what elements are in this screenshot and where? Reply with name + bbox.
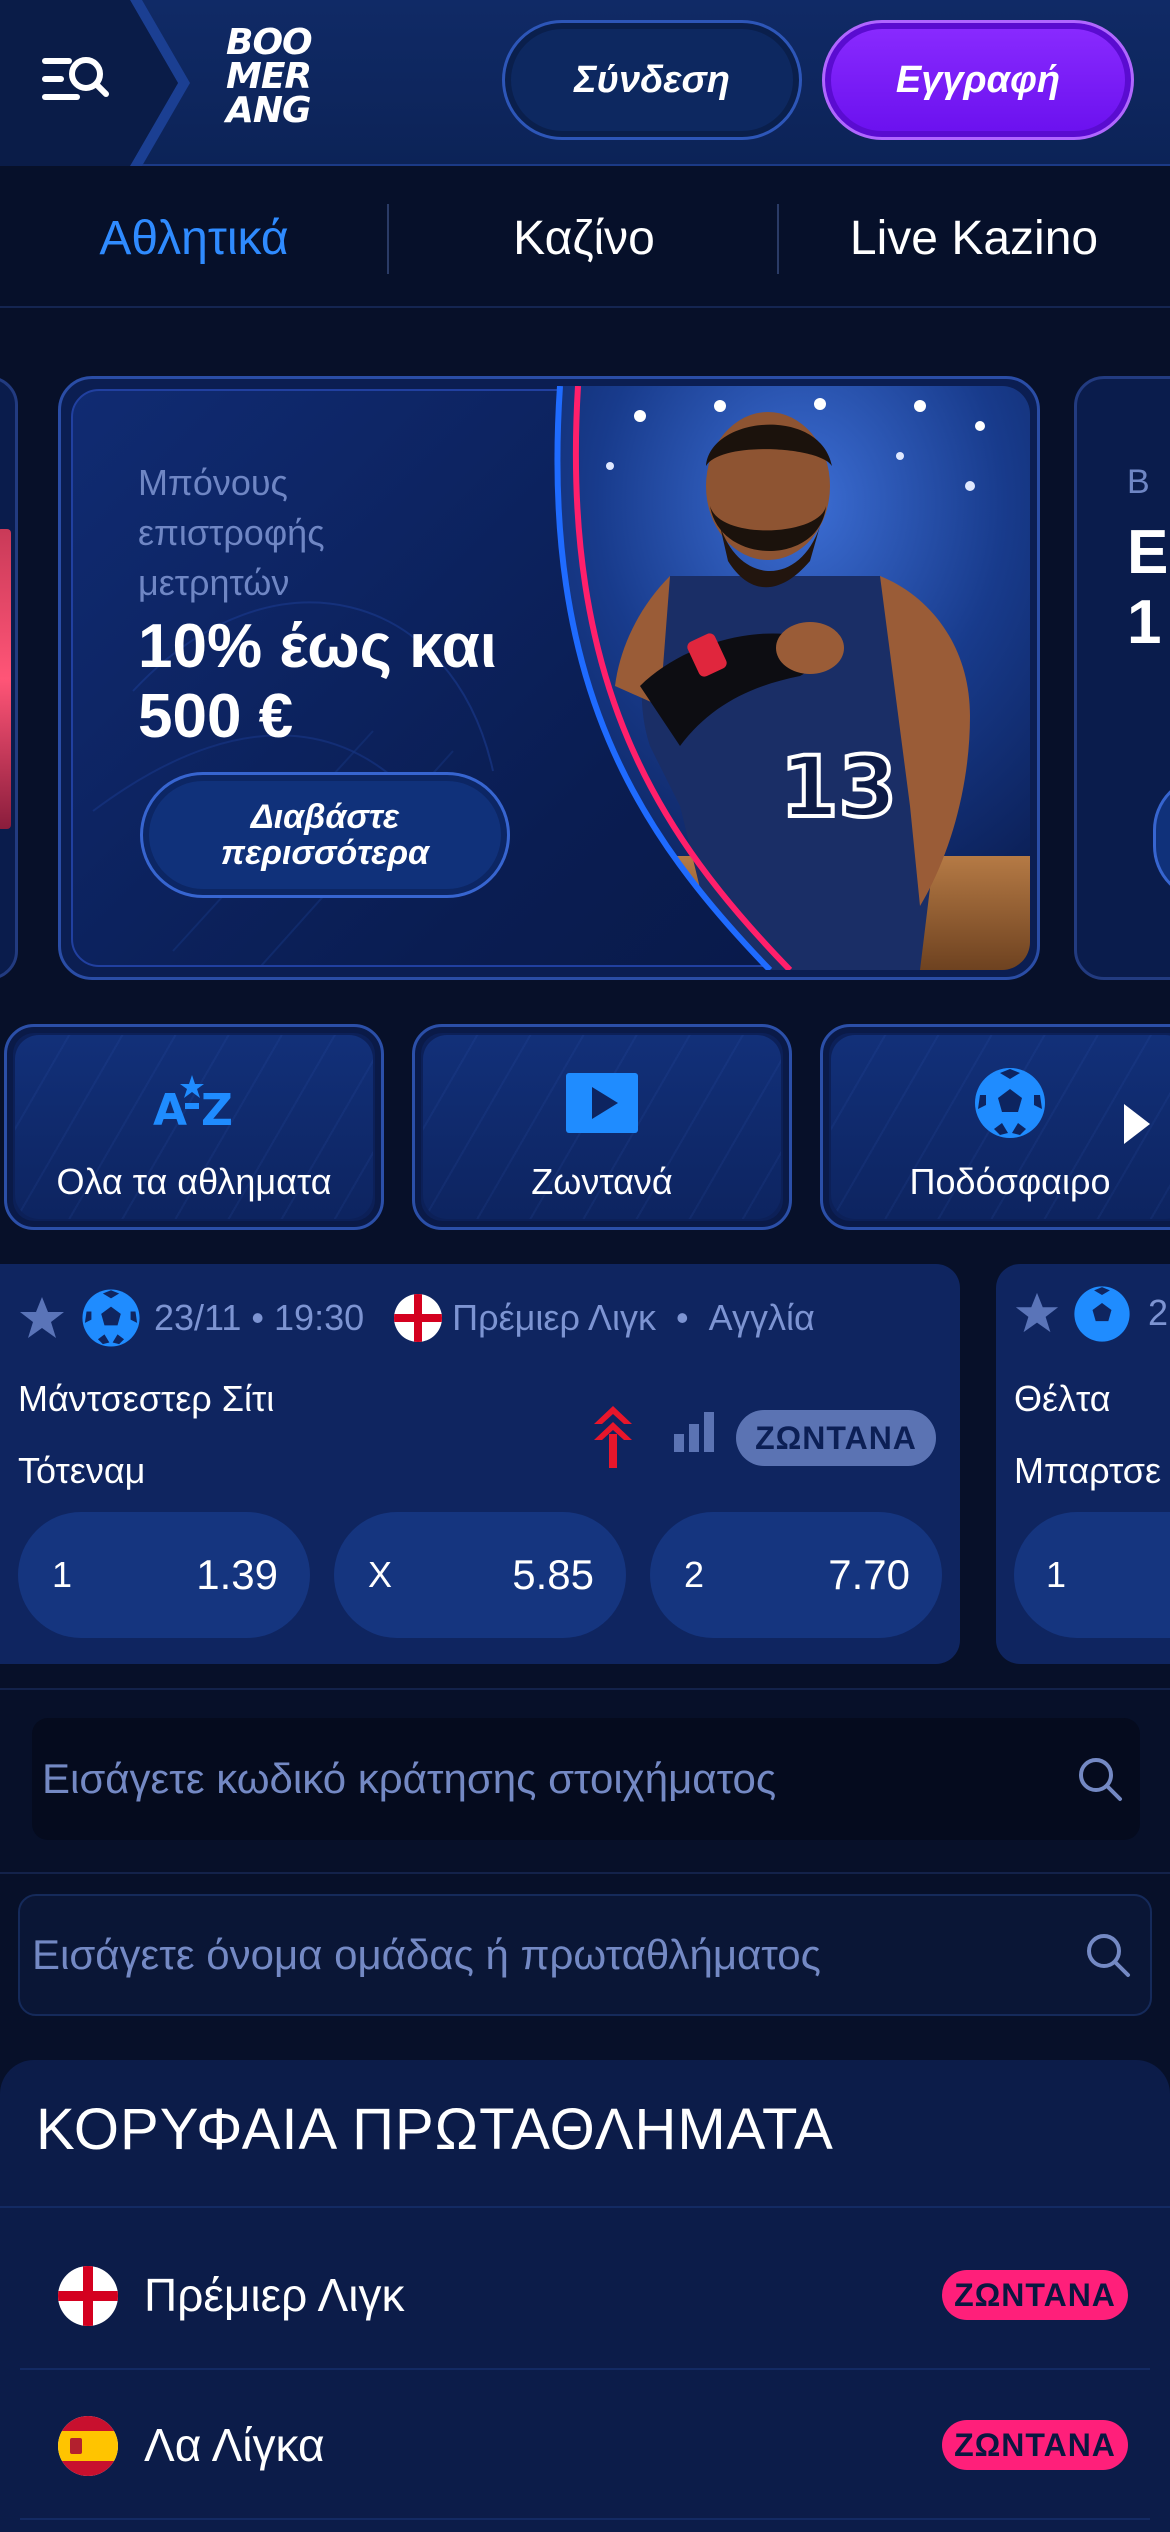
next-match-datetime: 2 bbox=[1148, 1292, 1169, 1333]
basketball-player-illustration: 13 bbox=[554, 386, 1030, 970]
favorite-star-icon[interactable] bbox=[18, 1294, 66, 1342]
match-country: Αγγλία bbox=[708, 1297, 815, 1338]
odd-value: 1.39 bbox=[196, 1551, 278, 1598]
row-divider bbox=[20, 2518, 1150, 2520]
team-search-input[interactable] bbox=[32, 1931, 1078, 1979]
svg-text:Z: Z bbox=[201, 1085, 233, 1133]
booking-code-input[interactable] bbox=[42, 1755, 1070, 1803]
promo-read-more-button[interactable]: Διαβάστε περισσότερα bbox=[140, 772, 510, 898]
favorite-star-icon[interactable] bbox=[1014, 1290, 1060, 1336]
soccer-ball-icon bbox=[82, 1289, 140, 1347]
previous-card-art bbox=[0, 529, 11, 829]
menu-search-button[interactable] bbox=[40, 50, 112, 110]
a-z-icon: A Z bbox=[7, 1063, 381, 1143]
match-league: Πρέμιερ Λιγκ bbox=[452, 1297, 656, 1338]
league-row-la-liga[interactable]: Λα Λίγκα ΖΩΝΤΑΝΑ bbox=[20, 2372, 1150, 2520]
login-button[interactable]: Σύνδεση bbox=[502, 20, 802, 140]
tab-live-casino[interactable]: Live Kazino bbox=[780, 168, 1168, 308]
promo-subtitle: Μπόνους επιστροφής μετρητών bbox=[138, 462, 325, 603]
live-badge: ΖΩΝΤΑΝΑ bbox=[942, 2420, 1128, 2470]
promo-athlete-image: 13 bbox=[520, 386, 1030, 970]
next-odd-button[interactable]: 1 bbox=[1014, 1512, 1170, 1638]
odd-label: 1 bbox=[1046, 1554, 1067, 1595]
soccer-ball-icon bbox=[1074, 1286, 1130, 1342]
odd-value: 5.85 bbox=[512, 1551, 594, 1598]
odd-button-draw[interactable]: X 5.85 bbox=[334, 1512, 626, 1638]
app-header: BOO MER ANG Σύνδεση Εγγραφή bbox=[0, 0, 1170, 166]
logo-line-3: ANG bbox=[226, 90, 312, 131]
category-live[interactable]: Ζωντανά bbox=[412, 1024, 792, 1230]
svg-text:A: A bbox=[153, 1085, 187, 1133]
stats-icon[interactable] bbox=[672, 1410, 716, 1454]
odd-label: X bbox=[368, 1554, 393, 1595]
top-leagues-title: ΚΟΡΥΦΑΙΑ ΠΡΩΤΑΘΛΗΜΑΤΑ bbox=[36, 2097, 834, 2162]
league-name: Πρέμιερ Λιγκ bbox=[144, 2269, 405, 2321]
match-datetime: 23/11 • 19:30 bbox=[154, 1297, 365, 1338]
odd-label: 1 bbox=[52, 1554, 73, 1595]
row-divider bbox=[20, 2368, 1150, 2370]
brand-logo[interactable]: BOO MER ANG bbox=[226, 22, 336, 136]
chevron-right-icon[interactable] bbox=[1118, 1102, 1154, 1146]
category-label: Ποδόσφαιρο bbox=[909, 1161, 1111, 1202]
meta-dot: • bbox=[675, 1297, 689, 1338]
logo-line-1: BOO bbox=[226, 22, 313, 63]
home-team: Μάντσεστερ Σίτι bbox=[18, 1378, 275, 1419]
next-home-team: Θέλτα bbox=[1014, 1378, 1111, 1419]
boost-arrows-icon bbox=[594, 1406, 632, 1468]
menu-search-icon bbox=[42, 57, 109, 100]
section-divider bbox=[0, 1688, 1170, 1690]
next-promo-button bbox=[1153, 775, 1170, 901]
england-flag-icon bbox=[58, 2266, 118, 2326]
section-divider bbox=[0, 1872, 1170, 1874]
tab-casino[interactable]: Καζίνο bbox=[390, 168, 778, 308]
tab-sports[interactable]: Αθλητικά bbox=[0, 168, 388, 308]
logo-line-2: MER bbox=[226, 56, 312, 97]
jersey-number: 13 bbox=[780, 738, 897, 836]
next-promo-title-line2: 1 bbox=[1127, 588, 1162, 657]
row-divider bbox=[0, 2206, 1170, 2208]
nav-divider bbox=[777, 204, 779, 274]
search-icon[interactable] bbox=[1070, 1749, 1130, 1809]
category-all-sports[interactable]: A Z Ολα τα αθληματα bbox=[4, 1024, 384, 1230]
team-league-search bbox=[18, 1894, 1152, 2016]
match-meta: 23/11 • 19:30 Πρέμιερ Λιγκ • Αγγλία bbox=[18, 1286, 815, 1350]
promo-title: 10% έως και 500 € bbox=[138, 612, 497, 751]
main-nav: Αθλητικά Καζίνο Live Kazino bbox=[0, 168, 1170, 308]
odd-button-away[interactable]: 2 7.70 bbox=[650, 1512, 942, 1638]
register-button[interactable]: Εγγραφή bbox=[822, 20, 1134, 140]
next-promo-subtitle: Β bbox=[1127, 463, 1150, 501]
play-icon bbox=[415, 1063, 789, 1143]
category-label: Ζωντανά bbox=[531, 1161, 673, 1202]
promo-card-next[interactable]: Β Ε 1 bbox=[1074, 376, 1170, 980]
live-badge: ΖΩΝΤΑΝΑ bbox=[942, 2270, 1128, 2320]
booking-code-search bbox=[32, 1718, 1140, 1840]
odd-button-home[interactable]: 1 1.39 bbox=[18, 1512, 310, 1638]
promo-card-previous[interactable] bbox=[0, 376, 18, 980]
away-team: Τότεναμ bbox=[18, 1450, 146, 1491]
live-badge: ΖΩΝΤΑΝΑ bbox=[736, 1410, 936, 1466]
next-promo-title-line1: Ε bbox=[1127, 518, 1169, 587]
odd-value: 7.70 bbox=[828, 1551, 910, 1598]
next-away-team: Μπαρτσε bbox=[1014, 1450, 1162, 1491]
nav-divider bbox=[387, 204, 389, 274]
match-card-next[interactable]: 2 Θέλτα Μπαρτσε 1 bbox=[996, 1264, 1170, 1664]
league-name: Λα Λίγκα bbox=[144, 2419, 325, 2471]
odd-label: 2 bbox=[684, 1554, 705, 1595]
england-flag-icon bbox=[394, 1294, 443, 1342]
league-row-premier-league[interactable]: Πρέμιερ Λιγκ ΖΩΝΤΑΝΑ bbox=[20, 2222, 1150, 2370]
spain-flag-icon bbox=[58, 2416, 118, 2476]
search-icon[interactable] bbox=[1078, 1925, 1138, 1985]
category-label: Ολα τα αθληματα bbox=[56, 1161, 332, 1202]
